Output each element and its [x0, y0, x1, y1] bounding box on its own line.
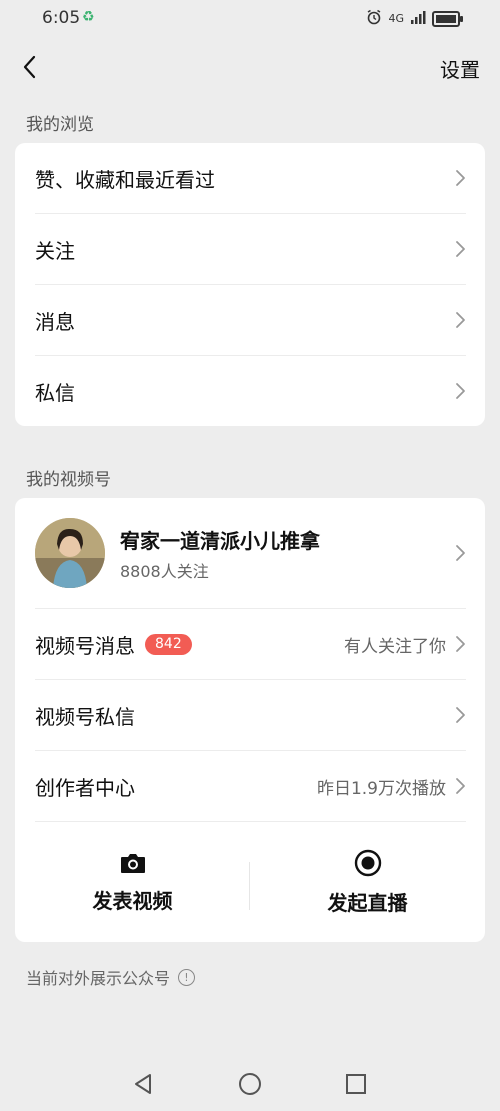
- row-label: 视频号消息: [35, 633, 135, 658]
- channel-profile[interactable]: 宥家一道清派小儿推拿 8808人关注: [35, 498, 466, 609]
- browse-item-likes[interactable]: 赞、收藏和最近看过: [35, 143, 466, 214]
- chevron-right-icon: [456, 312, 465, 328]
- channel-private-messages-item[interactable]: 视频号私信: [35, 680, 466, 751]
- row-label: 赞、收藏和最近看过: [35, 167, 215, 192]
- system-nav-bar: [0, 1050, 500, 1111]
- channel-followers: 8808人关注: [120, 561, 209, 581]
- row-label: 私信: [35, 380, 75, 405]
- status-bar: 6:05 ♻ 4G: [0, 0, 500, 38]
- nav-bar: 设置: [0, 44, 500, 90]
- camera-icon: [120, 853, 145, 873]
- chevron-right-icon: [456, 241, 465, 257]
- avatar: [35, 518, 105, 588]
- nav-recents-icon[interactable]: [344, 1072, 368, 1096]
- channel-messages-item[interactable]: 视频号消息 842 有人关注了你: [35, 609, 466, 680]
- chevron-right-icon: [456, 383, 465, 399]
- settings-button[interactable]: 设置: [440, 54, 480, 83]
- chevron-right-icon: [456, 545, 465, 561]
- row-label: 消息: [35, 309, 75, 334]
- row-detail: 有人关注了你: [344, 636, 446, 657]
- chevron-left-icon: [23, 55, 36, 79]
- row-label: 关注: [35, 238, 75, 263]
- channel-name: 宥家一道清派小儿推拿: [120, 528, 320, 553]
- channels-card: 宥家一道清派小儿推拿 8808人关注 视频号消息 842 有人关注了你 视频号私…: [15, 498, 485, 942]
- action-label: 发表视频: [92, 888, 173, 913]
- chevron-right-icon: [456, 636, 465, 652]
- back-button[interactable]: [14, 50, 44, 84]
- browse-item-follow[interactable]: 关注: [35, 214, 466, 285]
- live-icon: [354, 849, 381, 876]
- sync-icon: ♻: [82, 9, 95, 25]
- signal-icon: [410, 10, 426, 27]
- action-divider: [249, 862, 250, 910]
- start-live-button[interactable]: 发起直播: [250, 822, 485, 942]
- creator-center-item[interactable]: 创作者中心 昨日1.9万次播放: [35, 751, 466, 822]
- channels-section-title: 我的视频号: [26, 470, 111, 490]
- network-label: 4G: [388, 12, 404, 25]
- status-icons: 4G: [366, 9, 463, 28]
- browse-item-private-messages[interactable]: 私信: [35, 356, 466, 426]
- info-icon[interactable]: !: [178, 968, 196, 986]
- alarm-icon: [366, 9, 382, 28]
- browse-section-title: 我的浏览: [26, 115, 94, 135]
- chevron-right-icon: [456, 778, 465, 794]
- channel-actions: 发表视频 发起直播: [15, 822, 485, 942]
- chevron-right-icon: [456, 170, 465, 186]
- battery-icon: [432, 10, 463, 27]
- row-label: 创作者中心: [35, 775, 135, 800]
- status-time: 6:05: [42, 8, 81, 28]
- note-text: 当前对外展示公众号: [26, 969, 171, 988]
- action-label: 发起直播: [327, 890, 408, 915]
- row-detail: 昨日1.9万次播放: [316, 778, 446, 799]
- post-video-button[interactable]: 发表视频: [15, 822, 250, 942]
- browse-item-messages[interactable]: 消息: [35, 285, 466, 356]
- nav-back-icon[interactable]: [131, 1072, 155, 1096]
- browse-card: 赞、收藏和最近看过 关注 消息 私信: [15, 143, 485, 426]
- chevron-right-icon: [456, 707, 465, 723]
- nav-home-icon[interactable]: [238, 1072, 262, 1096]
- unread-badge: 842: [145, 633, 192, 655]
- row-label: 视频号私信: [35, 704, 135, 729]
- official-account-note[interactable]: 当前对外展示公众号 !: [26, 965, 196, 989]
